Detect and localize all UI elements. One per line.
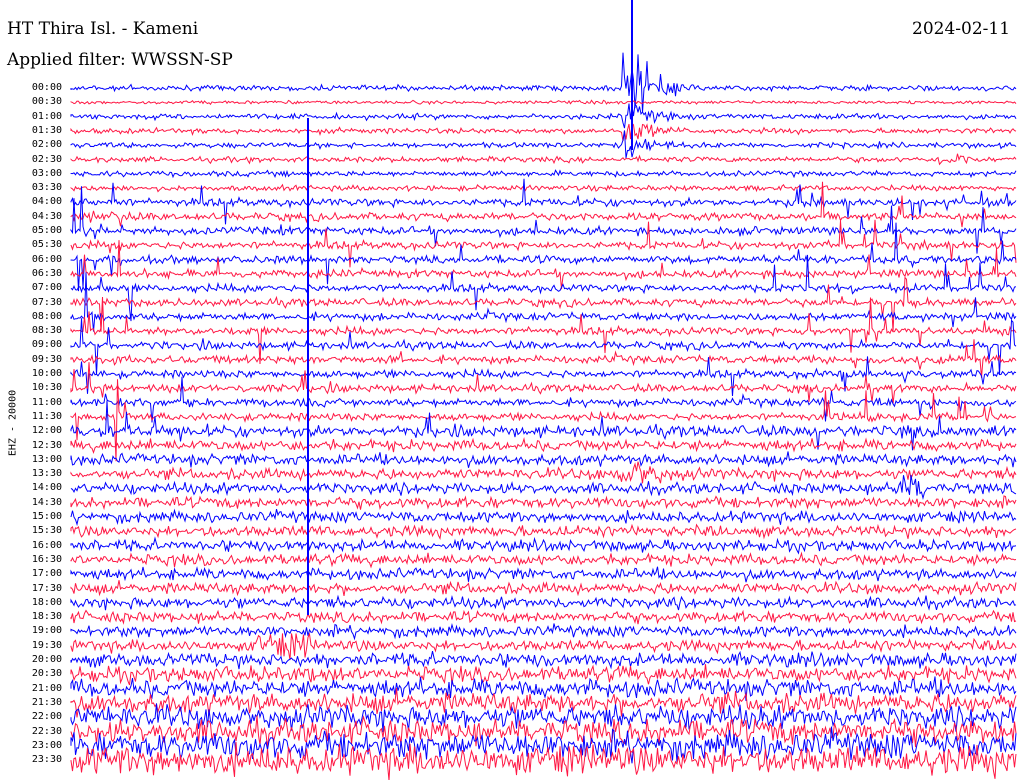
trace-1300 [70,451,1017,468]
trace-2200 [70,703,1017,733]
trace-1630 [70,551,1017,569]
trace-0100 [70,103,1017,129]
trace-1230 [70,437,1017,455]
trace-1600 [70,536,1017,555]
trace-1700 [70,566,1017,583]
trace-2330 [70,742,1017,780]
trace-1900 [70,622,1017,641]
trace-0700 [70,254,1017,322]
trace-0200 [70,130,1017,159]
trace-0400 [70,178,1017,225]
trace-0800 [70,272,1017,332]
trace-0630 [70,240,1017,290]
trace-0330 [70,183,1017,193]
trace-0230 [70,153,1017,166]
trace-0300 [70,169,1017,179]
trace-1030 [70,362,1017,404]
trace-1500 [70,508,1017,527]
trace-1100 [70,376,1017,423]
trace-1830 [70,609,1017,625]
trace-1530 [70,523,1017,540]
trace-0500 [70,186,1017,254]
trace-1800 [70,594,1017,611]
trace-1730 [70,580,1017,597]
trace-0900 [70,318,1017,375]
trace-1330 [70,461,1017,484]
trace-0730 [70,276,1017,332]
trace-1930 [70,632,1017,661]
trace-0000 [70,52,1017,113]
seismogram [70,0,1017,780]
trace-2030 [70,664,1017,686]
trace-1430 [70,495,1017,511]
trace-0530 [70,219,1017,268]
trace-1400 [70,474,1017,500]
trace-0130 [70,122,1017,142]
trace-0030 [70,99,1017,106]
trace-2000 [70,650,1017,670]
